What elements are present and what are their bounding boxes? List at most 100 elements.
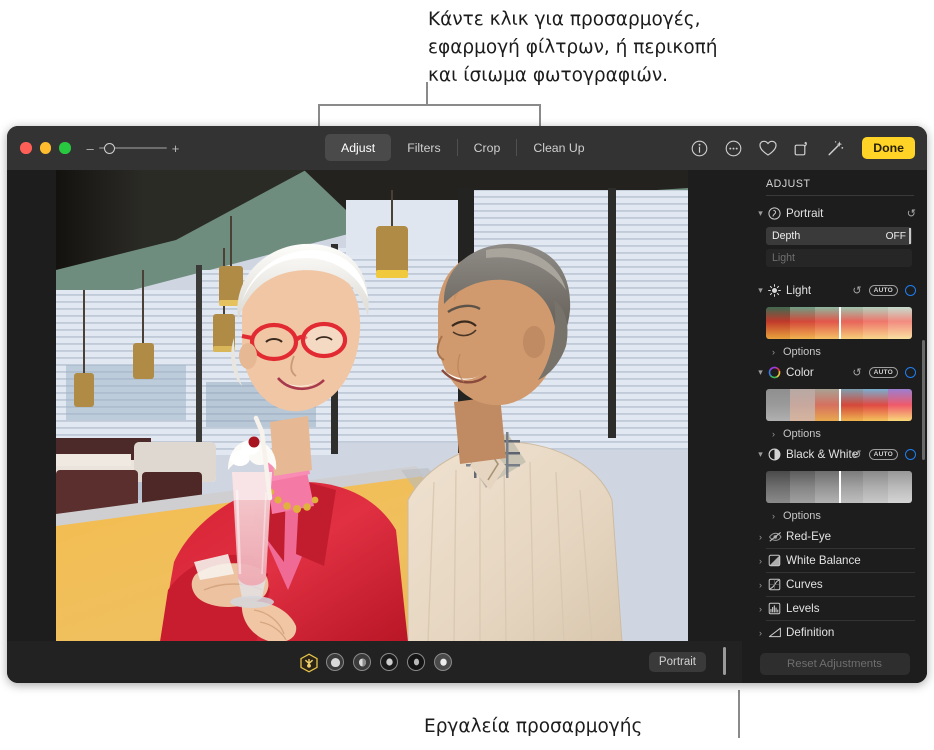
- slider-value: OFF: [886, 231, 906, 242]
- chevron-right-icon[interactable]: ›: [768, 347, 779, 357]
- zoom-slider[interactable]: [99, 142, 167, 154]
- section-black-and-white[interactable]: ▾ Black & White ↺ AUTO: [742, 443, 927, 466]
- section-levels[interactable]: › Levels: [742, 597, 927, 620]
- favorite-heart-icon[interactable]: [758, 139, 777, 158]
- traffic-lights: [20, 142, 71, 154]
- auto-badge[interactable]: AUTO: [869, 449, 898, 461]
- lighting-effect-contour-light[interactable]: [353, 653, 371, 671]
- reset-icon[interactable]: ↺: [852, 448, 861, 461]
- zoom-slider-knob[interactable]: [104, 143, 115, 154]
- edited-photo[interactable]: [56, 170, 688, 642]
- section-label: Curves: [786, 578, 823, 591]
- canvas-scrollbar[interactable]: [723, 647, 726, 675]
- high-key-light-mono-glyph: [434, 653, 452, 671]
- chevron-right-icon[interactable]: ›: [755, 628, 766, 638]
- section-toggle[interactable]: [905, 449, 916, 460]
- rotate-icon[interactable]: [792, 139, 811, 158]
- done-button[interactable]: Done: [862, 137, 915, 159]
- chevron-right-icon[interactable]: ›: [755, 532, 766, 542]
- photos-editor-window: – + Adjust Filters Crop Clean Up: [7, 126, 927, 683]
- studio-light-glyph: [326, 653, 344, 671]
- bw-options-row[interactable]: › Options: [742, 506, 927, 525]
- filmstrip-playhead[interactable]: [839, 471, 841, 503]
- inspector-scrollbar[interactable]: [922, 340, 925, 460]
- chevron-down-icon[interactable]: ▾: [755, 367, 766, 378]
- section-label: White Balance: [786, 554, 861, 567]
- callout-bottom-text: Εργαλεία προσαρμογής: [424, 713, 642, 741]
- chevron-right-icon[interactable]: ›: [768, 429, 779, 439]
- filmstrip-playhead[interactable]: [839, 307, 841, 339]
- tab-crop[interactable]: Crop: [458, 134, 517, 161]
- section-label: Light: [786, 284, 811, 297]
- chevron-down-icon[interactable]: ▾: [755, 285, 766, 296]
- tab-filters[interactable]: Filters: [391, 134, 456, 161]
- lighting-effect-studio-light[interactable]: [326, 653, 344, 671]
- section-curves[interactable]: › Curves: [742, 573, 927, 596]
- reset-adjustments-button[interactable]: Reset Adjustments: [760, 653, 910, 675]
- minimize-window-button[interactable]: [40, 142, 52, 154]
- lighting-effects-list: [299, 653, 452, 671]
- section-portrait[interactable]: ▾ Portrait ↺: [742, 202, 927, 225]
- maximize-window-button[interactable]: [59, 142, 71, 154]
- callout-top-text: Κάντε κλικ για προσαρμογές, εφαρμογή φίλ…: [428, 6, 718, 90]
- reset-icon[interactable]: ↺: [852, 284, 861, 297]
- tab-adjust[interactable]: Adjust: [325, 134, 391, 161]
- auto-badge[interactable]: AUTO: [869, 285, 898, 297]
- slider-knob[interactable]: [909, 228, 911, 244]
- section-color[interactable]: ▾ Color ↺ AUTO: [742, 361, 927, 384]
- filmstrip-playhead[interactable]: [839, 389, 841, 421]
- color-options-row[interactable]: › Options: [742, 424, 927, 443]
- chevron-right-icon[interactable]: ›: [755, 556, 766, 566]
- window-toolbar: – + Adjust Filters Crop Clean Up: [7, 126, 927, 170]
- color-variants-filmstrip[interactable]: [766, 389, 912, 421]
- zoom-in-icon[interactable]: +: [172, 142, 180, 155]
- more-options-icon[interactable]: [724, 139, 743, 158]
- section-red-eye[interactable]: › Red-Eye: [742, 525, 927, 548]
- lighting-effect-natural-light[interactable]: [299, 653, 317, 671]
- reset-icon[interactable]: ↺: [907, 207, 916, 220]
- chevron-right-icon[interactable]: ›: [755, 580, 766, 590]
- callout-bottom-leader-line: [738, 690, 740, 738]
- chevron-right-icon[interactable]: ›: [755, 604, 766, 614]
- bw-variants-filmstrip[interactable]: [766, 471, 912, 503]
- light-options-row[interactable]: › Options: [742, 342, 927, 361]
- section-controls: ↺: [907, 207, 916, 220]
- section-label: Definition: [786, 626, 834, 639]
- tab-clean-up[interactable]: Clean Up: [517, 134, 600, 161]
- toolbar-right-actions: Done: [690, 126, 915, 170]
- auto-badge[interactable]: AUTO: [869, 367, 898, 379]
- section-light[interactable]: ▾ Light ↺ AUTO: [742, 279, 927, 302]
- slider-label: Depth: [772, 230, 800, 242]
- slider-portrait-light[interactable]: Light: [766, 249, 912, 267]
- chevron-right-icon[interactable]: ›: [768, 511, 779, 521]
- section-definition[interactable]: › Definition: [742, 621, 927, 644]
- section-toggle[interactable]: [905, 285, 916, 296]
- close-window-button[interactable]: [20, 142, 32, 154]
- lighting-effect-stage-light-mono[interactable]: [407, 653, 425, 671]
- section-controls: ↺ AUTO: [852, 366, 916, 379]
- info-icon[interactable]: [690, 139, 709, 158]
- chevron-down-icon[interactable]: ▾: [755, 449, 766, 460]
- color-wheel-icon: [766, 366, 783, 379]
- slider-depth[interactable]: Depth OFF: [766, 227, 912, 245]
- lighting-effect-stage-light[interactable]: [380, 653, 398, 671]
- section-label: Black & White: [786, 448, 858, 461]
- stage-light-glyph: [380, 653, 398, 671]
- zoom-out-icon[interactable]: –: [87, 142, 94, 155]
- section-controls: ↺ AUTO: [852, 284, 916, 297]
- light-variants-filmstrip[interactable]: [766, 307, 912, 339]
- lighting-effect-high-key-light-mono[interactable]: [434, 653, 452, 671]
- reset-icon[interactable]: ↺: [852, 366, 861, 379]
- chevron-down-icon[interactable]: ▾: [755, 208, 766, 219]
- section-controls: ↺ AUTO: [852, 448, 916, 461]
- definition-icon: [766, 626, 783, 639]
- section-label: Red-Eye: [786, 530, 831, 543]
- section-toggle[interactable]: [905, 367, 916, 378]
- slider-label: Light: [772, 252, 795, 264]
- portrait-lighting-bar: Portrait: [7, 641, 742, 683]
- zoom-slider-control[interactable]: – +: [87, 142, 180, 155]
- portrait-mode-badge[interactable]: Portrait: [649, 652, 706, 672]
- white-balance-icon: [766, 554, 783, 567]
- auto-enhance-wand-icon[interactable]: [826, 139, 845, 158]
- section-white-balance[interactable]: › White Balance: [742, 549, 927, 572]
